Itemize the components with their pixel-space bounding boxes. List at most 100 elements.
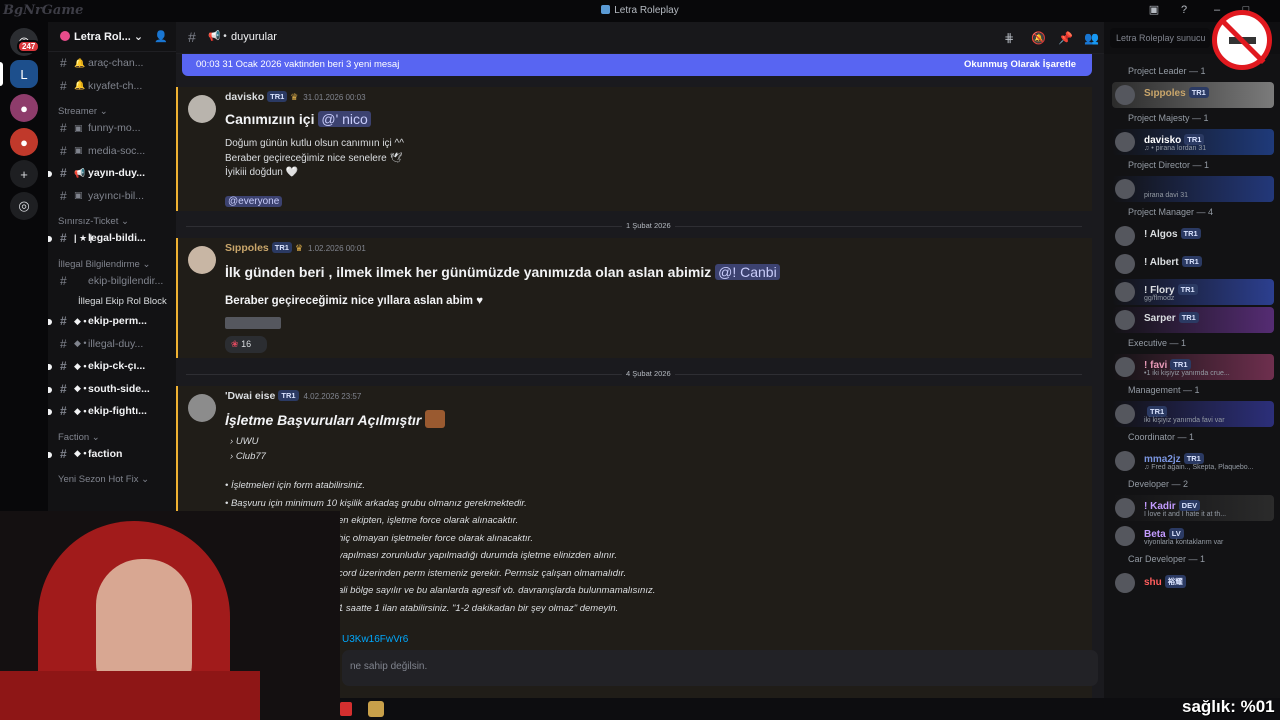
megaphone-icon: 📢 • <box>208 31 227 42</box>
spoiler-block[interactable] <box>225 317 281 329</box>
channel-item[interactable]: # | ★ | legal-bildi... <box>48 227 176 250</box>
everyone-mention[interactable]: @everyone <box>225 196 283 207</box>
member-item[interactable]: mma2jz TR1 ♫ Fred again.., Skepta, Plaqueb… <box>1112 448 1274 474</box>
channel-category[interactable]: Sınırsız-Ticket ⌄ <box>48 207 176 227</box>
channel-item[interactable]: # ekip-bilgilendir... <box>48 270 176 293</box>
user-mention[interactable]: @' nico <box>318 111 371 127</box>
prohibition-bar <box>1219 18 1266 64</box>
pin-icon[interactable]: 📌 <box>1058 31 1073 45</box>
channel-item[interactable]: # 📢 yayın-duy... <box>48 162 176 185</box>
member-list-icon[interactable]: 👥 <box>1084 31 1099 45</box>
role-tag: TR1 <box>1183 453 1204 464</box>
no-smoking-overlay-icon <box>1212 10 1272 70</box>
member-item[interactable]: TR1 iki kişiyiz yanımda favi var <box>1112 401 1274 427</box>
channel-emoji-icon: 🔔 <box>74 80 86 91</box>
channel-item[interactable]: # ◆ • ekip-ck-çı... <box>48 355 176 378</box>
threads-icon[interactable]: ⋕ <box>1004 31 1014 45</box>
list-item: en ekipten, işletme force olarak alınaca… <box>338 515 519 526</box>
avatar <box>1115 498 1135 518</box>
channel-item[interactable]: # ▣ media-soc... <box>48 140 176 163</box>
role-header: Project Leader — 1 <box>1128 66 1206 76</box>
search-input[interactable]: Letra Roleplay sunucu <box>1110 28 1210 48</box>
hash-icon: # <box>60 166 67 181</box>
member-item[interactable]: Beta LV viyonlarla kontaklarım var <box>1112 523 1274 549</box>
hash-icon: # <box>188 29 196 45</box>
channel-item[interactable]: # ◆ • illegal-duy... <box>48 333 176 356</box>
channel-label: ekip-ck-çı... <box>88 360 146 373</box>
avatar[interactable] <box>188 95 216 123</box>
reaction-button[interactable]: ❀ 16 <box>225 336 267 353</box>
timestamp: 4.02.2026 23:57 <box>303 392 362 401</box>
minimize-icon[interactable]: – <box>1211 4 1223 16</box>
member-item[interactable]: ! Algos TR1 <box>1112 223 1274 249</box>
member-item[interactable]: pirana davi 31 <box>1112 176 1274 202</box>
mark-as-read-button[interactable]: Okunmuş Olarak İşaretle <box>964 59 1076 70</box>
help-icon[interactable]: ? <box>1178 4 1190 16</box>
member-item[interactable]: ! Albert TR1 <box>1112 251 1274 277</box>
channel-category[interactable]: İllegal Bilgilendirme ⌄ <box>48 250 176 270</box>
author-name[interactable]: Sıppoles <box>225 242 269 254</box>
guild-header[interactable]: Letra Rol... ⌄ 👤 <box>48 22 176 52</box>
message-input[interactable]: ne sahip değilsin. <box>342 650 1098 686</box>
channel-label: yayın-duy... <box>88 167 145 180</box>
channel-category[interactable]: Yeni Sezon Hot Fix ⌄ <box>48 465 176 485</box>
taskbar-lol-icon[interactable] <box>368 701 384 717</box>
channel-item[interactable]: # 🔔 kıyafet-ch... <box>48 75 176 98</box>
channel-category[interactable]: Streamer ⌄ <box>48 97 176 117</box>
role-tag: TR1 <box>278 390 299 401</box>
member-item[interactable]: ! Flory TR1 gg/flmodz <box>1112 279 1274 305</box>
title-bar: BgNrGame Letra Roleplay ▣ ? – □ <box>0 0 1280 22</box>
member-item[interactable]: davisko TR1 ♫ • pirana lordan 31 <box>1112 129 1274 155</box>
channel-emoji-icon: 📢 <box>74 167 86 178</box>
channel-item[interactable]: # ◆ • south-side... <box>48 378 176 401</box>
list-item: cord üzerinden perm istemeniz gerekir. P… <box>338 567 627 579</box>
channel-category[interactable]: Faction ⌄ <box>48 423 176 443</box>
date-separator: 1 Şubat 2026 <box>186 221 1082 230</box>
inbox-icon[interactable]: ▣ <box>1148 4 1160 16</box>
channel-item[interactable]: # ◆ • faction <box>48 443 176 466</box>
message-link[interactable]: U3Kw16FwVr6 <box>342 634 408 645</box>
channel-items: # 🔔 araç-chan... # 🔔 kıyafet-ch... Streamer ⌄ #… <box>48 52 176 485</box>
author-name[interactable]: davisko <box>225 91 264 103</box>
channel-item[interactable]: # ◆ • ekip-perm... <box>48 310 176 333</box>
avatar <box>1115 179 1135 199</box>
role-tag: TR1 <box>1177 284 1198 295</box>
unread-dot <box>48 451 52 458</box>
member-item[interactable]: shu 裕耀 <box>1112 570 1274 596</box>
server-icon-2[interactable]: ● <box>10 94 38 122</box>
channel-item[interactable]: # 🔔 araç-chan... <box>48 52 176 75</box>
list-item: › Club77 <box>230 451 266 462</box>
avatar <box>1115 404 1135 424</box>
channel-item[interactable]: # ◆ • ekip-fightı... <box>48 400 176 423</box>
avatar[interactable] <box>188 246 216 274</box>
role-tag: TR1 <box>271 242 292 253</box>
author-name[interactable]: 'Dwai eise <box>225 390 275 402</box>
notification-bell-icon[interactable]: 🔕 <box>1031 31 1046 45</box>
role-tag: TR1 <box>1178 312 1199 323</box>
add-server-icon[interactable]: + <box>10 160 38 188</box>
unread-dot <box>48 409 52 415</box>
server-icon-3[interactable]: ● <box>10 128 38 156</box>
channel-label: south-side... <box>88 382 150 395</box>
hash-icon: # <box>60 359 67 374</box>
invite-icon[interactable]: 👤 <box>154 30 168 43</box>
channel-item[interactable]: # ▣ yayıncı-bil... <box>48 185 176 208</box>
channel-item[interactable]: # ▣ funny-mo... <box>48 117 176 140</box>
server-letra-icon[interactable]: L <box>10 60 38 88</box>
avatar[interactable] <box>188 394 216 422</box>
hash-icon: # <box>60 121 67 136</box>
message-line: Beraber geçireceğimiz nice yıllara aslan… <box>225 295 484 307</box>
sub-channel[interactable]: İllegal Ekip Rol Block <box>48 292 176 310</box>
member-item[interactable]: ! favi TR1 •1 iki kişiyiz yanımda crue... <box>1112 354 1274 380</box>
user-mention[interactable]: @! Canbi <box>715 264 780 280</box>
new-messages-bar[interactable]: 00:03 31 Ocak 2026 vaktinden beri 3 yeni… <box>182 54 1092 76</box>
taskbar-app-icon[interactable] <box>340 702 352 716</box>
discover-icon[interactable]: ◎ <box>10 192 38 220</box>
member-item[interactable]: Sarper TR1 <box>1112 307 1274 333</box>
member-item[interactable]: ! Kadir DEV I love it and I hate it at th.… <box>1112 495 1274 521</box>
member-item[interactable]: Sıppoles TR1 <box>1112 82 1274 108</box>
channel-label: illegal-duy... <box>88 337 144 350</box>
hash-icon: # <box>60 188 67 203</box>
message-item: Sıppoles TR1 ♛ 1.02.2026 00:01 İlk günden … <box>176 238 1092 358</box>
message-line: İyikiii doğdun 🤍 <box>225 167 299 178</box>
